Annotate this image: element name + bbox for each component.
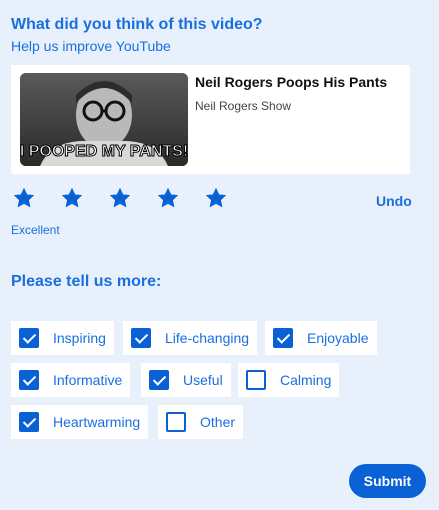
video-channel[interactable]: Neil Rogers Show (195, 99, 291, 113)
option-label: Inspiring (53, 330, 106, 346)
checkbox[interactable] (19, 328, 39, 348)
option-heartwarming[interactable]: Heartwarming (11, 405, 149, 439)
star-icon-1[interactable] (11, 185, 37, 211)
checkbox[interactable] (166, 412, 186, 432)
star-icon-4[interactable] (155, 185, 181, 211)
page-subtitle: Help us improve YouTube (11, 38, 171, 54)
option-inspiring[interactable]: Inspiring (11, 321, 114, 355)
undo-button[interactable]: Undo (376, 193, 412, 209)
option-other[interactable]: Other (158, 405, 244, 439)
checkbox[interactable] (131, 328, 151, 348)
rating-label: Excellent (11, 223, 60, 237)
option-calming[interactable]: Calming (238, 363, 340, 397)
option-label: Informative (53, 372, 123, 388)
option-label: Enjoyable (307, 330, 369, 346)
checkbox[interactable] (149, 370, 169, 390)
option-label: Useful (183, 372, 223, 388)
page-title: What did you think of this video? (11, 16, 263, 33)
video-thumbnail: I POOPED MY PANTS! (20, 73, 188, 166)
star-icon-2[interactable] (59, 185, 85, 211)
option-life-changing[interactable]: Life-changing (123, 321, 258, 355)
video-card: I POOPED MY PANTS! Neil Rogers Poops His… (11, 65, 410, 174)
star-rating (11, 185, 251, 211)
option-informative[interactable]: Informative (11, 363, 131, 397)
thumbnail-caption: I POOPED MY PANTS! (20, 143, 188, 160)
option-label: Heartwarming (53, 414, 141, 430)
submit-button[interactable]: Submit (349, 464, 426, 498)
option-label: Life-changing (165, 330, 250, 346)
video-title[interactable]: Neil Rogers Poops His Pants (195, 74, 387, 90)
tell-more-heading: Please tell us more: (11, 273, 162, 290)
checkbox[interactable] (19, 412, 39, 432)
option-enjoyable[interactable]: Enjoyable (265, 321, 377, 355)
checkbox[interactable] (273, 328, 293, 348)
option-useful[interactable]: Useful (141, 363, 231, 397)
star-icon-3[interactable] (107, 185, 133, 211)
option-label: Calming (280, 372, 332, 388)
star-icon-5[interactable] (203, 185, 229, 211)
checkbox[interactable] (19, 370, 39, 390)
checkbox[interactable] (246, 370, 266, 390)
option-label: Other (200, 414, 236, 430)
